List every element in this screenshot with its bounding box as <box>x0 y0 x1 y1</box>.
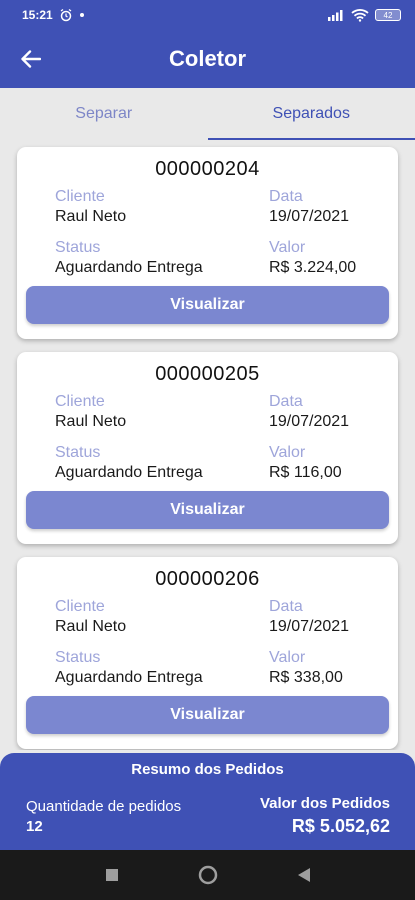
status-label: Status <box>55 444 101 461</box>
quantity-value: 12 <box>26 818 43 835</box>
triangle-left-icon <box>297 868 310 882</box>
battery-icon: 42 <box>375 9 401 21</box>
total-label: Valor dos Pedidos <box>259 795 390 812</box>
tab-separar[interactable]: Separar <box>0 88 208 140</box>
value-label: Valor <box>269 239 306 256</box>
arrow-left-icon <box>21 50 41 68</box>
page-title: Coletor <box>169 46 246 71</box>
status-label: Status <box>55 239 101 256</box>
circle-icon <box>198 865 217 885</box>
signal-icon <box>328 10 343 21</box>
order-number: 000000205 <box>155 363 260 385</box>
notification-dot-icon <box>79 13 84 17</box>
total-value: R$ 5.052,62 <box>291 816 390 836</box>
status-value: Aguardando Entrega <box>55 259 203 276</box>
date-value: 19/07/2021 <box>269 413 350 430</box>
value-amount: R$ 3.224,00 <box>269 259 357 276</box>
alarm-icon <box>60 8 72 22</box>
client-value: Raul Neto <box>55 413 127 430</box>
status-time: 15:21 <box>22 8 53 22</box>
tab-bar: Separar Separados <box>0 88 415 140</box>
recents-button[interactable] <box>100 863 124 887</box>
system-nav-bar <box>0 850 415 900</box>
client-value: Raul Neto <box>55 618 127 635</box>
order-card: 000000204 Cliente Raul Neto Data 19/07/2… <box>17 147 398 339</box>
value-amount: R$ 116,00 <box>269 464 342 481</box>
wifi-icon <box>351 9 369 22</box>
date-value: 19/07/2021 <box>269 208 350 225</box>
view-order-button[interactable]: Visualizar <box>26 696 389 734</box>
status-bar: 15:21 42 <box>0 0 415 30</box>
order-number: 000000204 <box>155 158 260 180</box>
client-label: Cliente <box>55 393 105 410</box>
quantity-label: Quantidade de pedidos <box>26 798 182 815</box>
date-label: Data <box>269 598 303 615</box>
client-value: Raul Neto <box>55 208 127 225</box>
back-nav-button[interactable] <box>292 863 316 887</box>
order-card: 000000205 Cliente Raul Neto Data 19/07/2… <box>17 352 398 544</box>
orders-summary: Resumo dos Pedidos Quantidade de pedidos… <box>0 753 415 850</box>
order-number: 000000206 <box>155 568 260 590</box>
square-icon <box>105 869 118 881</box>
status-value: Aguardando Entrega <box>55 669 203 686</box>
summary-title: Resumo dos Pedidos <box>131 761 284 778</box>
app-bar: Coletor <box>0 30 415 88</box>
status-label: Status <box>55 649 101 666</box>
tab-separados[interactable]: Separados <box>207 88 415 140</box>
back-button[interactable] <box>18 46 44 72</box>
value-label: Valor <box>269 444 306 461</box>
date-value: 19/07/2021 <box>269 618 350 635</box>
client-label: Cliente <box>55 188 105 205</box>
value-amount: R$ 338,00 <box>269 669 343 686</box>
orders-list[interactable]: 000000204 Cliente Raul Neto Data 19/07/2… <box>0 140 415 750</box>
home-button[interactable] <box>196 863 220 887</box>
view-order-button[interactable]: Visualizar <box>26 491 389 529</box>
date-label: Data <box>269 393 303 410</box>
date-label: Data <box>269 188 303 205</box>
view-order-button[interactable]: Visualizar <box>26 286 389 324</box>
value-label: Valor <box>269 649 306 666</box>
client-label: Cliente <box>55 598 105 615</box>
status-value: Aguardando Entrega <box>55 464 203 481</box>
order-card: 000000206 Cliente Raul Neto Data 19/07/2… <box>17 557 398 749</box>
